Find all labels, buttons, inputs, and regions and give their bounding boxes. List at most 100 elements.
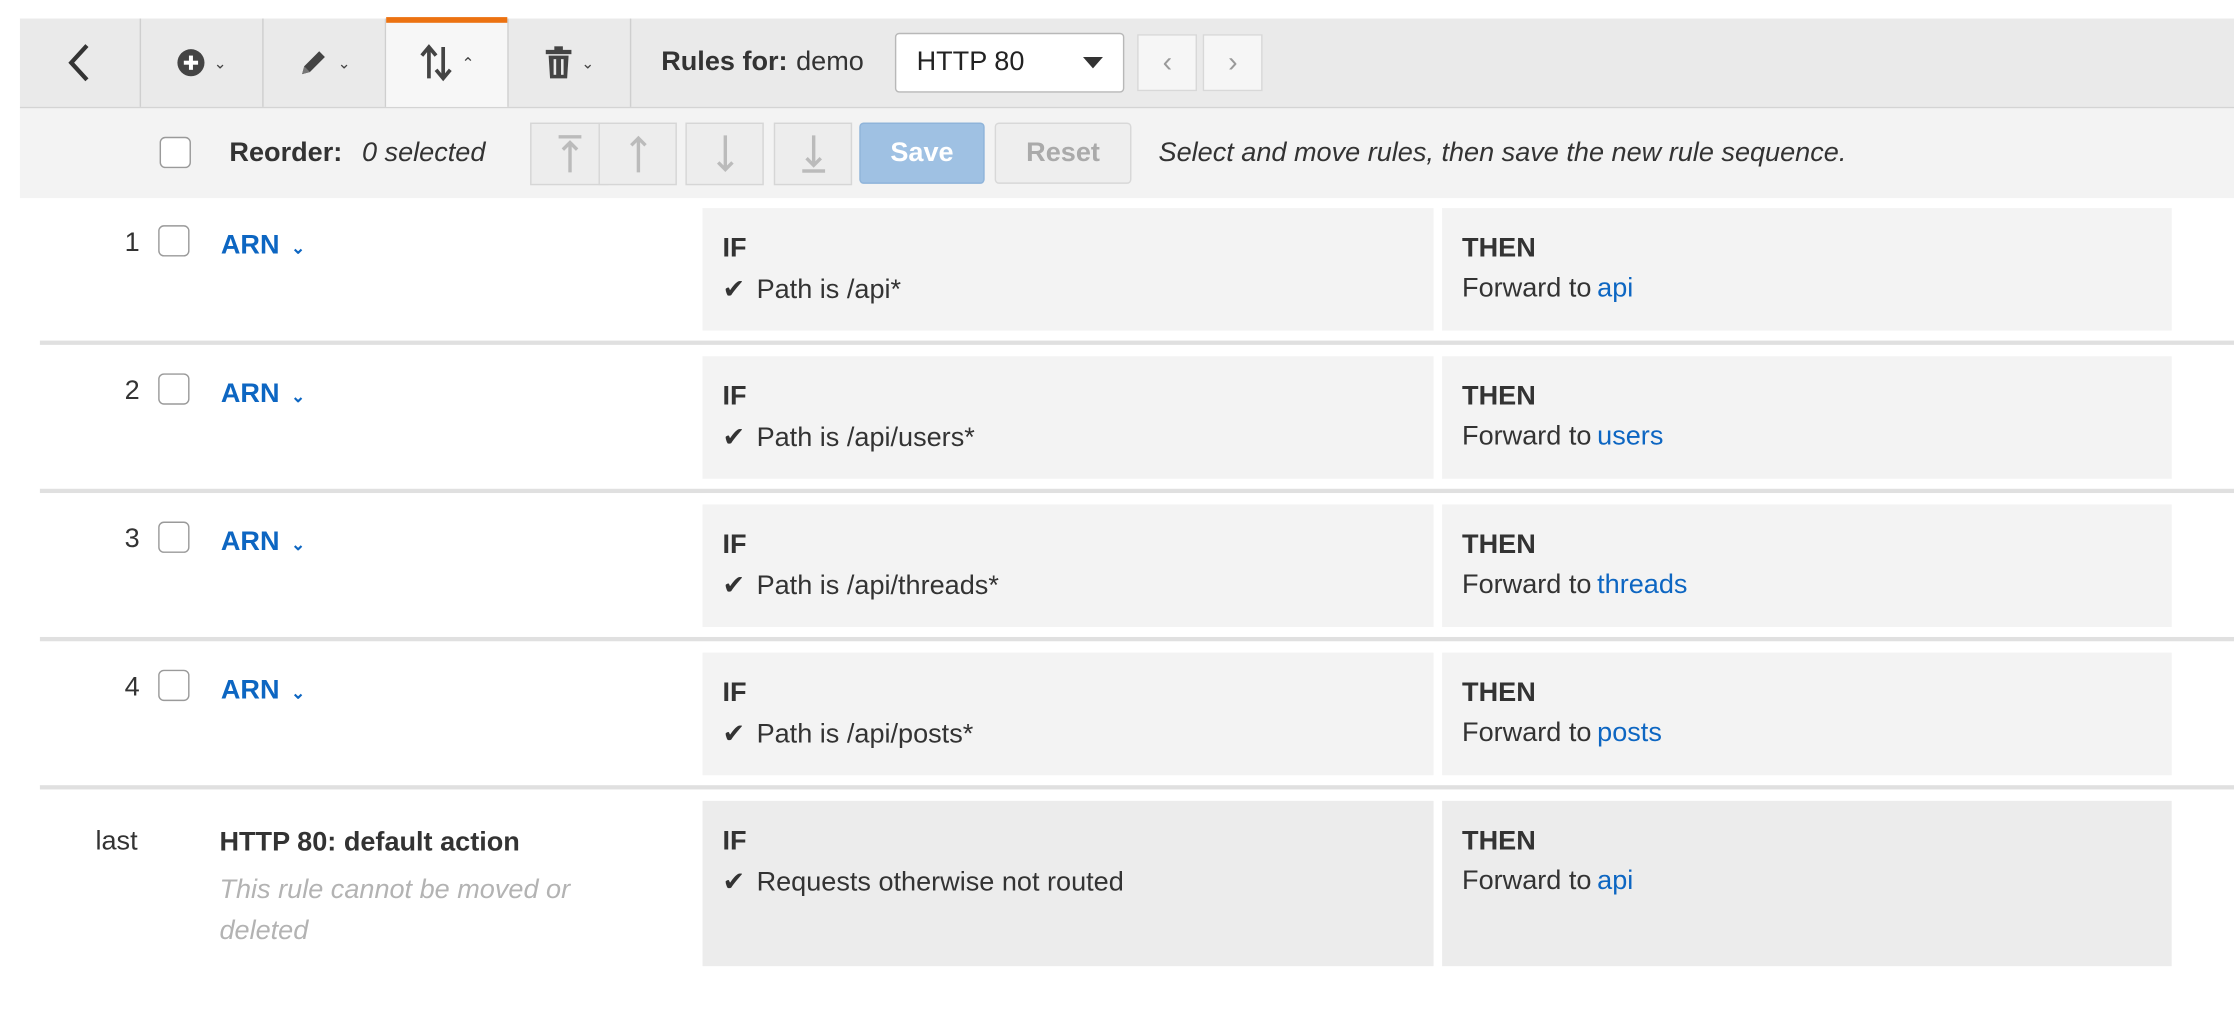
if-heading: IF bbox=[722, 381, 747, 412]
rule-then-panel: THEN Forward to api bbox=[1442, 208, 2172, 331]
rule-number: 4 bbox=[124, 672, 140, 703]
chevron-down-icon: ⌄ bbox=[290, 237, 306, 258]
rule-checkbox[interactable] bbox=[158, 669, 190, 702]
select-all-checkbox[interactable] bbox=[159, 136, 191, 169]
target-group-link[interactable]: api bbox=[1597, 866, 1633, 896]
rule-checkbox[interactable] bbox=[158, 373, 190, 405]
check-icon: ✔ bbox=[722, 423, 746, 454]
rules-editor: ⌄ ⌄ ⌃ ⌄ Rules for: demo HTTP 80 ‹ › Reor… bbox=[0, 0, 2234, 1022]
rule-then-panel: THEN Forward to api bbox=[1442, 800, 2172, 967]
chevron-down-icon: ⌄ bbox=[337, 54, 351, 72]
then-heading: THEN bbox=[1462, 381, 1536, 412]
then-heading: THEN bbox=[1462, 826, 1536, 857]
pencil-icon bbox=[301, 51, 325, 75]
add-rule-button[interactable]: ⌄ bbox=[141, 18, 264, 107]
rule-number: 2 bbox=[124, 376, 140, 407]
rule-if-panel: IF ✔ Path is /api/posts* bbox=[702, 652, 1434, 776]
if-heading: IF bbox=[722, 826, 747, 857]
rule-if-panel: IF ✔ Path is /api/threads* bbox=[702, 504, 1434, 627]
rule-action: Forward to bbox=[1462, 273, 1592, 304]
chevron-down-icon: ⌄ bbox=[290, 386, 306, 407]
rule-action: Forward to bbox=[1462, 570, 1592, 600]
then-heading: THEN bbox=[1462, 530, 1536, 561]
back-button[interactable] bbox=[20, 18, 142, 107]
rule-arn-dropdown[interactable]: ARN ⌄ bbox=[221, 527, 305, 558]
rules-for-key: Rules for: bbox=[661, 47, 788, 77]
reorder-label: Reorder: bbox=[229, 138, 343, 169]
move-up-button[interactable] bbox=[598, 122, 677, 186]
move-to-top-button[interactable] bbox=[530, 122, 609, 186]
edit-rules-button[interactable]: ⌄ bbox=[264, 18, 387, 107]
chevron-right-icon: › bbox=[1228, 46, 1238, 78]
rule-condition: Path is /api/users* bbox=[756, 422, 975, 453]
rule-then-panel: THEN Forward to posts bbox=[1442, 652, 2172, 776]
rule-number: 1 bbox=[124, 228, 140, 258]
rule-condition: Path is /api/posts* bbox=[756, 718, 974, 749]
row-divider bbox=[39, 785, 2234, 790]
listener-select[interactable]: HTTP 80 bbox=[895, 32, 1125, 93]
chevron-down-icon: ⌄ bbox=[290, 534, 306, 555]
row-divider bbox=[39, 340, 2234, 345]
rules-for-label: Rules for: demo bbox=[661, 19, 864, 107]
rule-condition: Path is /api* bbox=[756, 274, 902, 305]
if-heading: IF bbox=[722, 678, 747, 709]
move-to-top-icon bbox=[557, 135, 581, 173]
caret-down-icon bbox=[1083, 57, 1104, 69]
arrow-down-icon bbox=[716, 135, 733, 172]
chevron-down-icon: ⌄ bbox=[290, 682, 306, 703]
default-rule-row: last HTTP 80: default action This rule c… bbox=[40, 792, 2234, 977]
save-button[interactable]: Save bbox=[859, 122, 985, 184]
rule-then-panel: THEN Forward to threads bbox=[1442, 504, 2172, 627]
default-rule-note: This rule cannot be moved or deleted bbox=[219, 874, 571, 947]
target-group-link[interactable]: posts bbox=[1597, 718, 1662, 748]
toolbar: ⌄ ⌄ ⌃ ⌄ Rules for: demo HTTP 80 ‹ › bbox=[19, 17, 2234, 109]
rule-row: 1 ARN ⌄ IF ✔ Path is /api* THEN Forward to… bbox=[40, 200, 2234, 348]
then-heading: THEN bbox=[1462, 233, 1536, 264]
move-to-bottom-button[interactable] bbox=[773, 122, 853, 186]
check-icon: ✔ bbox=[722, 571, 746, 602]
rule-then-panel: THEN Forward to users bbox=[1442, 356, 2172, 479]
load-balancer-name: demo bbox=[796, 47, 864, 77]
plus-circle-icon bbox=[177, 49, 205, 77]
rule-if-panel: IF ✔ Path is /api/users* bbox=[702, 356, 1434, 479]
rule-if-panel: IF ✔ Path is /api* bbox=[702, 208, 1434, 331]
rule-number: 3 bbox=[124, 524, 140, 555]
row-divider bbox=[39, 636, 2234, 642]
rule-arn-dropdown[interactable]: ARN ⌄ bbox=[221, 379, 305, 410]
default-rule-name: HTTP 80: default action bbox=[219, 827, 520, 858]
trash-icon bbox=[545, 46, 572, 79]
reorder-rules-button[interactable]: ⌃ bbox=[386, 17, 509, 107]
rule-action: Forward to bbox=[1462, 718, 1592, 749]
rule-row: 4 ARN ⌄ IF ✔ Path is /api/posts* THEN Forw… bbox=[40, 644, 2234, 792]
reset-button[interactable]: Reset bbox=[994, 122, 1132, 184]
chevron-left-icon: ‹ bbox=[1162, 46, 1173, 78]
rule-arn-dropdown[interactable]: ARN ⌄ bbox=[221, 231, 305, 262]
check-icon: ✔ bbox=[722, 719, 746, 750]
move-to-bottom-icon bbox=[801, 135, 825, 173]
rule-if-panel: IF ✔ Requests otherwise not routed bbox=[702, 800, 1434, 967]
rule-condition: Path is /api/threads* bbox=[756, 570, 999, 601]
chevron-left-icon bbox=[68, 44, 89, 82]
reorder-arrows-icon bbox=[420, 44, 452, 82]
delete-rules-button[interactable]: ⌄ bbox=[509, 18, 632, 107]
move-down-button[interactable] bbox=[685, 122, 764, 186]
chevron-down-icon: ⌄ bbox=[581, 54, 595, 72]
rule-arn-label: ARN bbox=[220, 230, 280, 261]
then-heading: THEN bbox=[1462, 678, 1536, 709]
check-icon: ✔ bbox=[722, 867, 746, 898]
rule-arn-dropdown[interactable]: ARN ⌄ bbox=[221, 675, 305, 706]
target-group-link[interactable]: api bbox=[1597, 274, 1633, 304]
chevron-up-icon: ⌃ bbox=[461, 54, 475, 72]
rule-condition: Requests otherwise not routed bbox=[756, 867, 1124, 898]
if-heading: IF bbox=[722, 530, 747, 561]
rule-arn-label: ARN bbox=[220, 379, 280, 409]
next-listener-button[interactable]: › bbox=[1203, 34, 1263, 92]
rule-checkbox[interactable] bbox=[158, 521, 190, 553]
target-group-link[interactable]: threads bbox=[1597, 570, 1687, 600]
arrow-up-icon bbox=[629, 135, 647, 173]
previous-listener-button[interactable]: ‹ bbox=[1137, 34, 1198, 92]
rule-checkbox[interactable] bbox=[158, 225, 190, 257]
reorder-hint: Select and move rules, then save the new… bbox=[1158, 138, 1847, 169]
rule-arn-label: ARN bbox=[220, 527, 280, 558]
target-group-link[interactable]: users bbox=[1597, 422, 1663, 452]
